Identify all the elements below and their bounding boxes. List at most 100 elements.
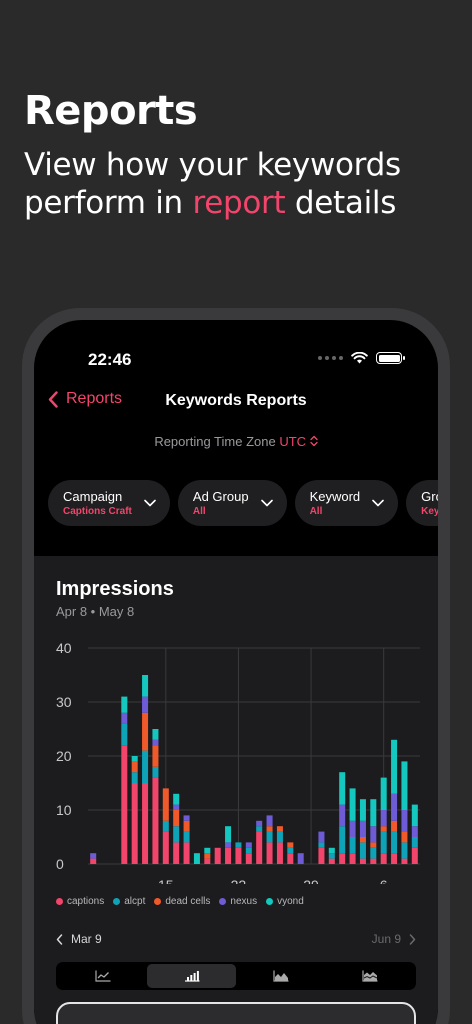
bar-segment-captions — [90, 858, 97, 864]
promo-subtitle-post: details — [285, 185, 397, 221]
bar-segment-alcpt — [235, 842, 242, 848]
bar-segment-nexus — [359, 820, 366, 837]
filter-value: Keywor — [421, 506, 438, 517]
bar-segment-alcpt — [380, 831, 387, 854]
bar-segment-dead-cells — [370, 842, 377, 848]
bar-segment-alcpt — [401, 842, 408, 859]
bar-segment-alcpt — [276, 831, 283, 843]
range-navigator: Mar 9 Jun 9 — [56, 932, 416, 946]
bar-segment-nexus — [121, 712, 128, 724]
bar-segment-dead-cells — [131, 761, 138, 773]
battery-icon — [376, 352, 405, 364]
promo-subtitle-accent: report — [192, 185, 286, 221]
signal-dots-icon — [318, 356, 343, 360]
segment-area[interactable] — [236, 964, 325, 988]
bar-segment-captions — [245, 853, 252, 864]
bar-segment-vyond — [401, 761, 408, 810]
filter-label: Keyword — [309, 489, 361, 504]
bar-segment-captions — [359, 858, 366, 864]
legend-item: dead cells — [154, 896, 210, 907]
filter-label: Campaign — [63, 489, 123, 504]
timezone-selector[interactable]: Reporting Time Zone UTC — [34, 434, 438, 449]
filter-label: Group — [421, 489, 438, 504]
legend-item: nexus — [219, 896, 257, 907]
chart-legend: captions alcpt dead cells nexus vyond — [56, 896, 304, 907]
bar-segment-captions — [214, 847, 221, 864]
bar-segment-nexus — [245, 842, 252, 848]
promo-subtitle: View how your keywords perform in report… — [24, 146, 464, 222]
chevron-down-icon — [144, 499, 156, 507]
bar-segment-nexus — [266, 815, 273, 827]
bar-segment-dead-cells — [204, 853, 211, 859]
range-next-button[interactable]: Jun 9 — [372, 932, 416, 946]
segment-bar[interactable] — [147, 964, 236, 988]
bar-segment-nexus — [256, 820, 263, 827]
filter-keyword[interactable]: Keyword All — [294, 480, 399, 526]
bar-segment-dead-cells — [401, 831, 408, 843]
bar-segment-nexus — [380, 810, 387, 827]
range-prev-button[interactable]: Mar 9 — [56, 932, 102, 946]
bar-segment-alcpt — [173, 826, 180, 843]
timezone-label: Reporting Time Zone — [154, 434, 276, 449]
line-chart-icon — [94, 970, 110, 982]
segment-line[interactable] — [58, 964, 147, 988]
legend-label: dead cells — [165, 896, 211, 907]
impressions-panel: Impressions Apr 8 • May 8 0 10 20 30 40 15 22 2… — [34, 556, 438, 1024]
legend-label: nexus — [230, 896, 258, 907]
bar-segment-captions — [380, 853, 387, 864]
legend-item: vyond — [266, 896, 304, 907]
bar-segment-captions — [173, 842, 180, 864]
filter-ad-group[interactable]: Ad Group All — [177, 480, 287, 526]
bar-segment-alcpt — [318, 842, 325, 848]
bar-segment-captions — [142, 783, 149, 864]
bar-segment-alcpt — [349, 837, 356, 854]
bar-segment-vyond — [225, 826, 232, 843]
legend-swatch — [154, 898, 162, 905]
bar-segment-captions — [225, 847, 232, 864]
chart-type-selector — [56, 962, 416, 990]
filter-campaign[interactable]: Campaign Captions Craft — [48, 480, 170, 526]
bar-segment-alcpt — [359, 842, 366, 859]
details-card[interactable] — [56, 1002, 416, 1024]
stacked-area-chart-icon — [361, 970, 377, 982]
legend-item: captions — [56, 896, 104, 907]
impressions-chart: 0 10 20 30 40 15 22 29 6 — [56, 640, 420, 884]
bar-segment-alcpt — [391, 831, 398, 854]
x-tick-label: 29 — [303, 877, 319, 884]
bar-segment-captions — [287, 853, 294, 864]
bar-segment-nexus — [142, 696, 149, 713]
legend-swatch — [266, 898, 274, 905]
bar-segment-alcpt — [411, 837, 418, 848]
bar-segment-nexus — [297, 853, 304, 864]
legend-swatch — [219, 898, 227, 905]
y-tick-label: 30 — [56, 694, 72, 710]
bar-segment-dead-cells — [391, 820, 398, 832]
filter-group[interactable]: Group Keywor — [406, 480, 438, 526]
segment-stacked-area[interactable] — [325, 964, 414, 988]
bar-segment-alcpt — [266, 831, 273, 843]
bar-segment-dead-cells — [142, 712, 149, 751]
bar-segment-captions — [370, 858, 377, 864]
x-tick-label: 6 — [380, 877, 388, 884]
bar-segment-dead-cells — [173, 810, 180, 827]
bar-segment-alcpt — [121, 723, 128, 746]
bar-segment-nexus — [411, 826, 418, 837]
bar-segment-alcpt — [328, 853, 335, 859]
bar-segment-nexus — [391, 793, 398, 821]
bar-segment-captions — [349, 853, 356, 864]
bar-segment-vyond — [173, 793, 180, 805]
bar-segment-vyond — [204, 847, 211, 854]
legend-swatch — [56, 898, 63, 905]
bar-segment-vyond — [193, 853, 200, 864]
bar-segment-captions — [256, 831, 263, 864]
filter-value: All — [192, 506, 206, 517]
y-tick-label: 20 — [56, 748, 72, 764]
bar-segment-vyond — [391, 739, 398, 794]
bar-segment-captions — [183, 842, 190, 864]
bar-segment-vyond — [359, 799, 366, 821]
bar-segment-vyond — [380, 777, 387, 810]
chevron-down-icon — [260, 499, 273, 507]
chevron-right-icon — [409, 933, 416, 945]
bar-segment-vyond — [131, 756, 138, 762]
bar-segment-dead-cells — [266, 826, 273, 832]
